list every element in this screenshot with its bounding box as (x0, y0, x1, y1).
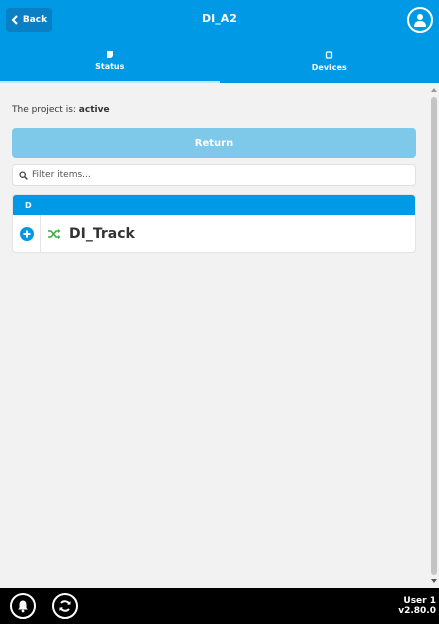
bell-icon (18, 600, 28, 613)
tab-devices[interactable]: Devices (220, 40, 439, 83)
tab-devices-label: Devices (311, 63, 347, 72)
add-item-button[interactable] (13, 215, 41, 252)
sync-button[interactable] (52, 593, 78, 619)
tab-status-label: Status (95, 62, 125, 71)
user-name: User 1 (403, 596, 436, 606)
user-button[interactable] (407, 7, 433, 33)
list-item-main[interactable]: DI_Track (41, 215, 135, 252)
user-version-info: User 1 v2.80.0 (398, 596, 436, 616)
app-version: v2.80.0 (398, 606, 436, 616)
devices-icon (326, 51, 333, 59)
plus-circle-icon (19, 226, 34, 241)
filter-box (12, 164, 416, 186)
shuffle-icon (48, 228, 61, 239)
search-icon (19, 170, 28, 180)
return-button[interactable]: Return (12, 128, 416, 158)
project-status-prefix: The project is: (12, 105, 76, 115)
list-item-label: DI_Track (69, 225, 135, 242)
page-title: DI_A2 (202, 12, 237, 25)
project-status-value: active (78, 105, 110, 115)
tab-status[interactable]: Status (0, 40, 220, 83)
user-icon (414, 14, 426, 27)
project-status: The project is: active (12, 105, 110, 115)
footer-bar: User 1 v2.80.0 (0, 588, 439, 624)
notifications-button[interactable] (10, 593, 36, 619)
group-header: D (13, 195, 415, 215)
scrollbar-thumb[interactable] (431, 97, 437, 575)
scroll-up-arrow-icon[interactable] (431, 88, 437, 92)
filter-input[interactable] (32, 170, 412, 180)
app-header: Back DI_A2 (0, 0, 439, 40)
item-group: D DI_Track (12, 194, 416, 253)
status-icon (106, 51, 113, 58)
list-item[interactable]: DI_Track (13, 215, 415, 252)
sync-icon (59, 600, 71, 612)
main-content: The project is: active Return D (0, 83, 439, 588)
scroll-down-arrow-icon[interactable] (431, 579, 437, 583)
tab-bar: Status Devices (0, 40, 439, 83)
scrollbar[interactable] (429, 83, 439, 588)
